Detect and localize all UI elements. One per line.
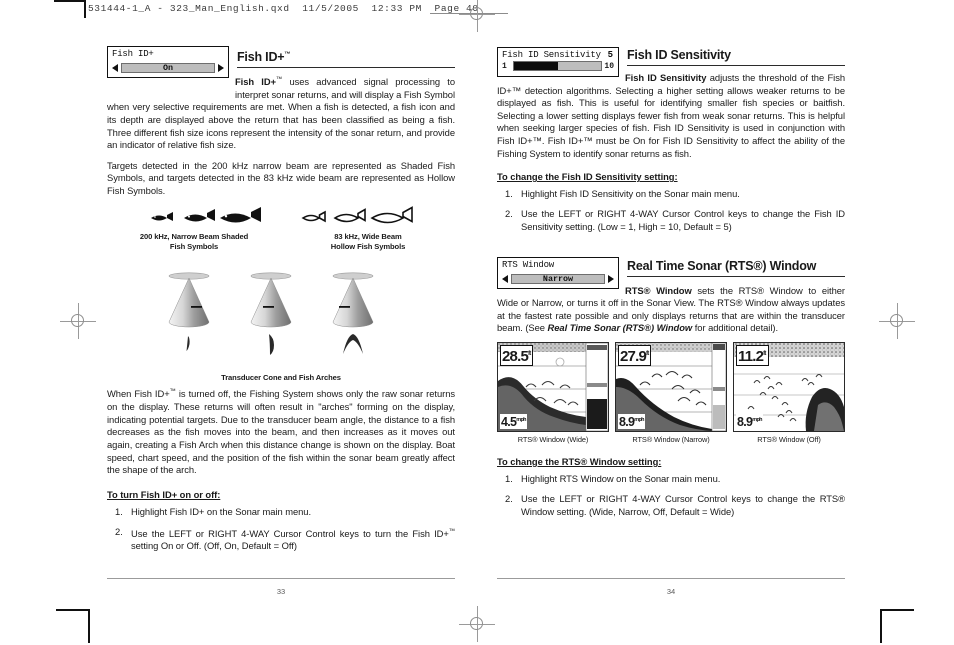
sensitivity-slider-fill (514, 62, 558, 70)
depth-readout: 27.9ft (618, 344, 652, 366)
speed-readout: 4.5mph (500, 413, 527, 429)
step-number: 1. (115, 505, 123, 517)
rts-widget-value[interactable]: Narrow (511, 273, 605, 284)
sensitivity-min-label: 1 (502, 62, 507, 71)
list-item: 1. Highlight RTS Window on the Sonar main… (497, 473, 845, 486)
list-item: 1. Highlight Fish ID Sensitivity on the S… (497, 188, 845, 201)
step-number: 2. (505, 207, 513, 219)
screenshot-caption: RTS® Window (Narrow) (632, 434, 710, 444)
step-text: Use the LEFT or RIGHT 4-WAY Cursor Contr… (521, 492, 845, 517)
print-header: 531444-1_A - 323_Man_English.qxd 11/5/20… (88, 3, 479, 14)
footer-rule (497, 578, 845, 579)
speed-readout: 8.9mph (618, 413, 645, 429)
step-number: 1. (505, 472, 513, 484)
left-arrow-icon[interactable] (112, 64, 118, 72)
fish-symbols-icon (151, 206, 413, 224)
left-arrow-icon[interactable] (502, 274, 508, 283)
title-rule (627, 275, 845, 277)
trademark-icon: ™ (284, 51, 291, 58)
screenshot-rts-wide: 28.5ft 4.5mph RTS® Window (Wide) (497, 341, 609, 444)
sensitivity-widget-label: Fish ID Sensitivity (502, 50, 601, 60)
sensitivity-slider-track[interactable] (513, 61, 602, 71)
fish-id-widget-value[interactable]: On (121, 63, 215, 73)
title-rule (237, 67, 455, 69)
fish-caption-left-line2: Fish Symbols (169, 242, 219, 252)
procedure-heading-rts: To change the RTS® Window setting: (497, 455, 662, 467)
step-text: Use the LEFT or RIGHT 4-WAY Cursor Contr… (521, 207, 845, 232)
fish-caption-left-line1: 200 kHz, Narrow Beam Shaded (139, 232, 249, 242)
list-item: 2. Use the LEFT or RIGHT 4-WAY Cursor Con… (107, 526, 455, 554)
screenshot-rts-narrow: 27.9ft 8.9mph RTS® Window (Narrow) (615, 341, 727, 444)
cross-reference: Real Time Sonar (RTS®) Window (547, 322, 693, 334)
step-text: Use the LEFT or RIGHT 4-WAY Cursor Contr… (131, 527, 455, 552)
right-page-column: Fish ID Sensitivity 5 1 10 Fish ID Sensi… (497, 40, 845, 525)
step-text: Highlight Fish ID+ on the Sonar main men… (131, 505, 312, 517)
right-arrow-icon[interactable] (608, 274, 614, 283)
paragraph-fish-symbols: Targets detected in the 200 kHz narrow b… (107, 159, 455, 196)
transducer-cone-icon (168, 272, 374, 356)
sensitivity-max-label: 10 (604, 62, 614, 71)
list-item: 1. Highlight Fish ID+ on the Sonar main m… (107, 506, 455, 519)
screenshot-rts-off: 11.2ft 8.9mph RTS® Window (Off) (733, 341, 845, 444)
sonar-screen-image: 11.2ft 8.9mph (733, 341, 845, 432)
depth-readout: 28.5ft (500, 344, 534, 366)
crop-mark-bottom-right (880, 609, 916, 645)
page-number: 34 (666, 587, 676, 596)
procedure-steps-fish-id: 1. Highlight Fish ID+ on the Sonar main m… (107, 506, 455, 554)
footer-rule (107, 578, 455, 579)
step-text: Highlight Fish ID Sensitivity on the Son… (521, 188, 740, 200)
page-title-rts-window: Real Time Sonar (RTS®) Window (627, 258, 817, 273)
procedure-heading-fish-id: To turn Fish ID+ on or off: (107, 488, 221, 500)
transducer-cone-figure: Transducer Cone and Fish Arches (107, 270, 455, 382)
rts-screenshots-figure: 28.5ft 4.5mph RTS® Window (Wide) 27.9ft … (497, 341, 845, 444)
registration-mark-top (459, 0, 495, 32)
paragraph-fish-arches: When Fish ID+™ is turned off, the Fishin… (107, 388, 455, 476)
rts-widget-label: RTS Window (502, 259, 555, 270)
registration-mark-bottom (459, 606, 495, 642)
registration-mark-right (879, 303, 915, 339)
page-title-fish-id-sensitivity: Fish ID Sensitivity (627, 48, 731, 62)
footer-right: 34 (497, 578, 845, 596)
procedure-heading-sensitivity: To change the Fish ID Sensitivity settin… (497, 171, 678, 183)
fish-id-widget-label: Fish ID+ (112, 49, 154, 59)
fish-symbols-figure: 200 kHz, Narrow Beam Shaded Fish Symbols… (107, 204, 455, 260)
sonar-screen-image: 28.5ft 4.5mph (497, 341, 609, 432)
crop-mark-bottom-left (56, 609, 102, 645)
paragraph-fish-id-sensitivity: Fish ID Sensitivity adjusts the threshol… (497, 72, 845, 159)
step-number: 2. (505, 492, 513, 504)
list-item: 2. Use the LEFT or RIGHT 4-WAY Cursor Con… (497, 493, 845, 519)
page-number: 33 (276, 587, 286, 596)
screenshot-caption: RTS® Window (Wide) (517, 434, 589, 444)
footer-left: 33 (107, 578, 455, 596)
cone-figure-caption: Transducer Cone and Fish Arches (221, 373, 341, 383)
sonar-screen-image: 27.9ft 8.9mph (615, 341, 727, 432)
step-number: 1. (505, 188, 513, 200)
step-number: 2. (115, 525, 123, 537)
screenshot-caption: RTS® Window (Off) (757, 434, 821, 444)
title-rule (627, 65, 845, 66)
left-page-column: Fish ID+ On Fish ID+™ Fish ID+™ uses adv… (107, 40, 455, 560)
right-arrow-icon[interactable] (218, 64, 224, 72)
page-title-fish-id: Fish ID+™ (237, 50, 291, 65)
procedure-steps-rts: 1. Highlight RTS Window on the Sonar main… (497, 473, 845, 518)
depth-readout: 11.2ft (736, 344, 769, 366)
sensitivity-widget-value: 5 (607, 50, 613, 60)
trademark-icon: ™ (448, 527, 455, 535)
list-item: 2. Use the LEFT or RIGHT 4-WAY Cursor Con… (497, 208, 845, 234)
fish-caption-right-line2: Hollow Fish Symbols (330, 242, 406, 252)
step-text: Highlight RTS Window on the Sonar main m… (521, 472, 721, 484)
speed-readout: 8.9mph (736, 413, 763, 429)
fish-caption-right-line1: 83 kHz, Wide Beam (334, 232, 402, 242)
registration-mark-left (60, 303, 96, 339)
procedure-steps-sensitivity: 1. Highlight Fish ID Sensitivity on the S… (497, 188, 845, 233)
